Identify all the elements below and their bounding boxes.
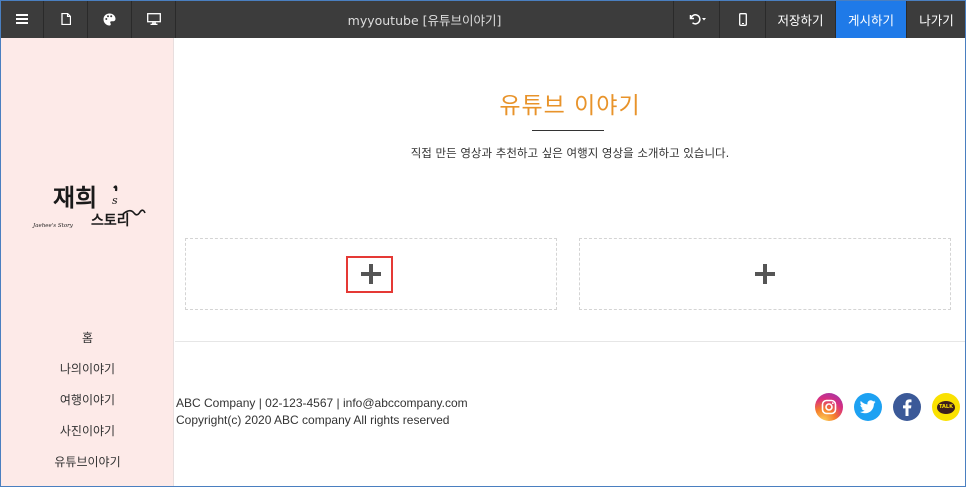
sidebar-nav: 홈 나의이야기 여행이야기 사진이야기 유튜브이야기 [1,323,174,478]
mobile-view-button[interactable] [719,0,765,38]
nav-item-youtube-story[interactable]: 유튜브이야기 [1,447,174,478]
instagram-icon [821,399,837,415]
footer-info: ABC Company | 02-123-4567 | info@abccomp… [176,395,468,429]
logo-apostrophe [113,185,118,192]
kakaotalk-link[interactable]: TALK [932,393,960,421]
page-title: 유튜브 이야기 [499,93,641,119]
site-logo[interactable]: 재희 s 스토리 Jaehee's Story [31,176,147,236]
page-button[interactable] [44,0,88,38]
instagram-link[interactable] [815,393,843,421]
logo-main-text: 재희 [53,184,97,212]
nav-item-home[interactable]: 홈 [1,323,174,354]
desktop-view-button[interactable] [132,0,176,38]
title-underline [532,130,604,131]
theme-button[interactable] [88,0,132,38]
video-slot-right[interactable] [579,238,951,310]
nav-item-photo-story[interactable]: 사진이야기 [1,416,174,447]
nav-item-my-story[interactable]: 나의이야기 [1,354,174,385]
footer-copyright: Copyright(c) 2020 ABC company All rights… [176,413,450,427]
twitter-link[interactable] [854,393,882,421]
nav-item-travel-story[interactable]: 여행이야기 [1,385,174,416]
undo-icon [689,14,706,25]
undo-button[interactable] [673,0,719,38]
page-icon [60,13,71,25]
palette-icon [103,13,116,25]
desktop-icon [146,13,161,25]
menu-button[interactable] [0,0,44,38]
twitter-icon [860,400,876,414]
menu-icon [15,14,28,24]
toolbar-actions: 저장하기 게시하기 나가기 [673,0,966,38]
publish-button[interactable]: 게시하기 [835,0,906,38]
plus-icon[interactable] [755,264,775,284]
footer-contact: ABC Company | 02-123-4567 | info@abccomp… [176,396,468,410]
mobile-icon [738,12,747,26]
logo-script-text: Jaehee's Story [32,223,74,229]
footer-divider [175,341,965,342]
video-slot-left[interactable] [185,238,557,310]
page-content: 유튜브 이야기 직접 만든 영상과 추천하고 싶은 여행지 영상을 소개하고 있… [175,38,965,486]
site-sidebar: 재희 s 스토리 Jaehee's Story 홈 나의이야기 여행이야기 사진… [1,38,174,486]
save-button[interactable]: 저장하기 [765,0,835,38]
facebook-icon [903,398,912,416]
logo-suffix: s [112,194,118,207]
page-subtitle: 직접 만든 영상과 추천하고 싶은 여행지 영상을 소개하고 있습니다. [410,146,730,160]
kakaotalk-icon: TALK [937,400,955,414]
logo-sub-text: 스토리 [91,213,130,229]
facebook-link[interactable] [893,393,921,421]
add-highlight-box [346,256,393,293]
exit-button[interactable]: 나가기 [906,0,966,38]
document-title: myyoutube [유튜브이야기] [347,12,502,28]
editor-toolbar: myyoutube [유튜브이야기] 저장하기 게시하기 나가기 [0,0,966,38]
